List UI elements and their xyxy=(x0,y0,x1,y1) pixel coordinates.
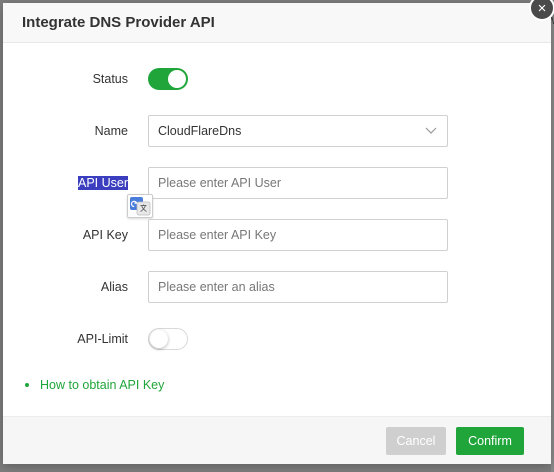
cancel-button[interactable]: Cancel xyxy=(386,427,446,455)
api-user-label: API User xyxy=(77,176,128,190)
alias-input[interactable] xyxy=(148,271,448,303)
api-limit-label: API-Limit xyxy=(77,332,128,346)
name-row: Name CloudFlareDns xyxy=(3,115,551,147)
status-label: Status xyxy=(92,72,128,86)
dialog-footer: Cancel Confirm xyxy=(3,416,551,464)
close-button[interactable]: × xyxy=(529,0,554,21)
how-to-obtain-api-key-link[interactable]: How to obtain API Key xyxy=(40,378,164,392)
api-user-row: API User xyxy=(3,167,551,199)
name-select[interactable]: CloudFlareDns xyxy=(148,115,448,147)
dns-api-dialog: Integrate DNS Provider API Status Name C… xyxy=(3,0,554,464)
api-limit-toggle[interactable] xyxy=(148,328,188,350)
alias-row: Alias xyxy=(3,271,551,303)
api-key-row: API Key xyxy=(3,219,551,251)
status-toggle-knob xyxy=(168,70,186,88)
status-row: Status xyxy=(3,63,551,95)
close-icon: × xyxy=(537,0,547,17)
chevron-down-icon xyxy=(425,127,437,134)
help-list-item: How to obtain API Key xyxy=(25,377,164,393)
api-key-input[interactable] xyxy=(148,219,448,251)
api-limit-toggle-knob xyxy=(150,330,168,348)
bullet-icon xyxy=(25,383,29,387)
dialog-title: Integrate DNS Provider API xyxy=(22,14,215,31)
dialog-header: Integrate DNS Provider API xyxy=(3,3,551,43)
name-label: Name xyxy=(94,124,128,138)
api-key-label: API Key xyxy=(82,228,128,242)
translate-glyph-icon xyxy=(130,197,151,216)
status-toggle[interactable] xyxy=(148,68,188,90)
name-select-value: CloudFlareDns xyxy=(158,124,242,138)
google-translate-icon[interactable] xyxy=(127,194,153,218)
api-user-input[interactable] xyxy=(148,167,448,199)
confirm-button[interactable]: Confirm xyxy=(456,427,524,455)
alias-label: Alias xyxy=(100,280,128,294)
api-limit-row: API-Limit xyxy=(3,323,551,355)
